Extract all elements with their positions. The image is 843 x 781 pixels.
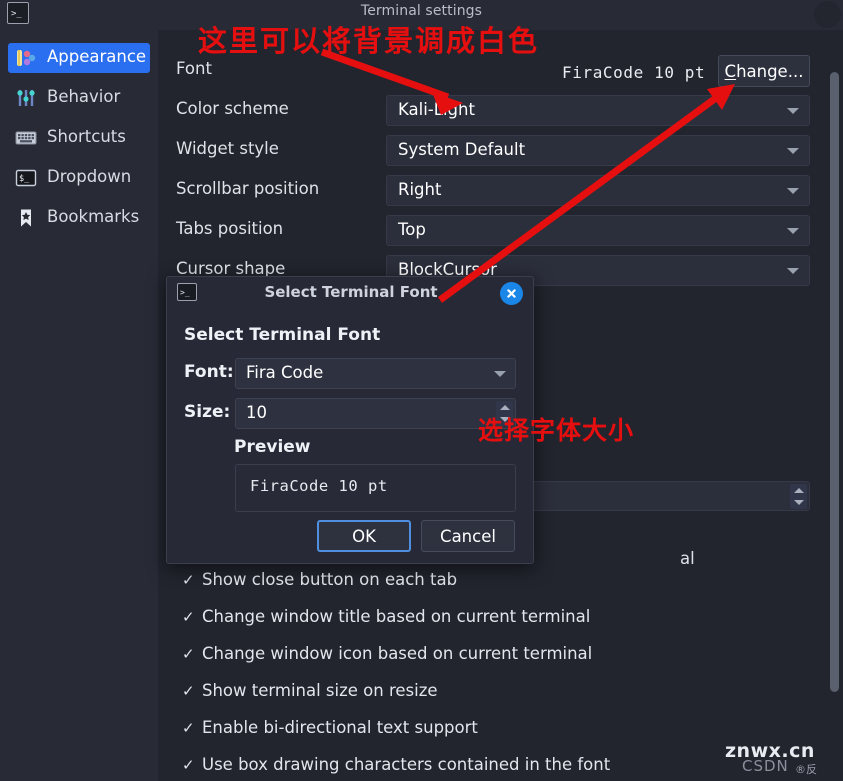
color-scheme-select[interactable]: Kali-Light [386,95,810,126]
checkbox-label: Show close button on each tab [202,570,458,589]
change-button-rest: hange... [736,61,804,81]
setting-row-scrollbar-position: Scrollbar position Right [158,175,818,206]
sidebar: Appearance Behavior Shortcuts $_ Dropdow… [0,30,158,781]
chevron-down-icon [494,371,506,377]
sidebar-item-label: Bookmarks [47,206,140,226]
obscured-label-tail: al [680,549,695,568]
sidebar-item-label: Behavior [47,86,121,106]
sidebar-item-label: Appearance [47,46,147,66]
check-icon: ✓ [182,607,195,626]
preview-text: FiraCode 10 pt [250,477,388,495]
sidebar-item-behavior[interactable]: Behavior [8,83,150,113]
sidebar-item-dropdown[interactable]: $_ Dropdown [8,163,150,193]
dialog-title-bar: >_ Select Terminal Font [167,277,533,309]
chevron-down-icon [787,188,799,194]
setting-label: Color scheme [176,99,289,118]
font-size-stepper[interactable]: 10 [235,398,516,429]
setting-row-color-scheme: Color scheme Kali-Light [158,95,818,126]
font-field-label: Font: [184,362,234,382]
font-family-select[interactable]: Fira Code [235,358,516,389]
checkbox-label: Use box drawing characters contained in … [202,755,611,774]
checkbox-label: Change window title based on current ter… [202,607,591,626]
setting-label: Tabs position [176,219,284,238]
spinner-up-icon[interactable] [499,404,510,410]
setting-label: Font [176,59,212,78]
spinner-buttons[interactable] [790,484,807,509]
sidebar-item-bookmarks[interactable]: Bookmarks [8,203,150,233]
chevron-down-icon [787,108,799,114]
watermark-secondary: CSDN [742,757,789,775]
setting-row-widget-style: Widget style System Default [158,135,818,166]
select-value: System Default [398,140,526,159]
checkbox-label: Show terminal size on resize [202,681,438,700]
size-field-label: Size: [184,402,231,422]
setting-label: Widget style [176,139,279,158]
change-font-button[interactable]: Change... [718,55,810,87]
terminal-settings-window: >_ Terminal settings Appearance Behavior… [0,0,843,781]
setting-row-tabs-position: Tabs position Top [158,215,818,246]
check-icon: ✓ [182,718,195,737]
sliders-icon [14,87,38,109]
size-value: 10 [246,403,267,422]
chevron-down-icon [787,268,799,274]
palette-icon [14,47,38,69]
scrollbar-thumb[interactable] [830,72,839,692]
chevron-down-icon [787,148,799,154]
change-button-mnemonic: C [724,61,737,81]
checkbox-change-window-icon[interactable]: ✓ Change window icon based on current te… [182,644,592,663]
annotation-select-font-size: 选择字体大小 [478,416,635,445]
check-icon: ✓ [182,644,195,663]
checkbox-change-window-title[interactable]: ✓ Change window title based on current t… [182,607,590,626]
annotation-background-white: 这里可以将背景调成白色 [198,24,540,58]
close-icon[interactable] [500,282,523,305]
checkbox-show-close-button[interactable]: ✓ Show close button on each tab [182,570,457,589]
font-value-text: FiraCode 10 pt [562,63,706,82]
keyboard-icon [14,127,38,149]
spinner-up-icon[interactable] [793,487,804,493]
cancel-button[interactable]: Cancel [421,520,515,552]
select-value: Right [398,180,442,199]
checkbox-box-drawing-characters[interactable]: ✓ Use box drawing characters contained i… [182,755,610,774]
checkbox-show-terminal-size[interactable]: ✓ Show terminal size on resize [182,681,438,700]
preview-label: Preview [234,437,311,457]
chevron-down-icon [787,228,799,234]
setting-label: Scrollbar position [176,179,320,198]
window-close-button[interactable] [814,1,841,28]
sidebar-item-appearance[interactable]: Appearance [8,43,150,73]
check-icon: ✓ [182,681,195,700]
check-icon: ✓ [182,755,195,774]
sidebar-item-label: Shortcuts [47,126,126,146]
font-preview-box: FiraCode 10 pt [235,464,516,512]
scrollbar-position-select[interactable]: Right [386,175,810,206]
widget-style-select[interactable]: System Default [386,135,810,166]
svg-text:$_: $_ [19,174,30,184]
select-value: Fira Code [246,363,324,382]
sidebar-item-shortcuts[interactable]: Shortcuts [8,123,150,153]
watermark-badge: ®反 [795,763,817,776]
checkbox-label: Enable bi-directional text support [202,718,478,737]
checkbox-bidirectional-text[interactable]: ✓ Enable bi-directional text support [182,718,478,737]
checkbox-label: Change window icon based on current term… [202,644,593,663]
terminal-icon: $_ [14,167,38,189]
vertical-scrollbar[interactable] [826,30,843,781]
check-icon: ✓ [182,570,195,589]
sidebar-item-label: Dropdown [47,166,132,186]
dialog-title: Select Terminal Font [264,283,438,301]
dialog-heading: Select Terminal Font [184,325,381,345]
ok-button[interactable]: OK [317,520,411,552]
page-title: Terminal settings [360,3,483,19]
tabs-position-select[interactable]: Top [386,215,810,246]
select-value: Top [398,220,426,239]
select-value: Kali-Light [398,100,475,119]
bookmark-star-icon [14,207,38,229]
spinner-down-icon[interactable] [793,500,804,506]
